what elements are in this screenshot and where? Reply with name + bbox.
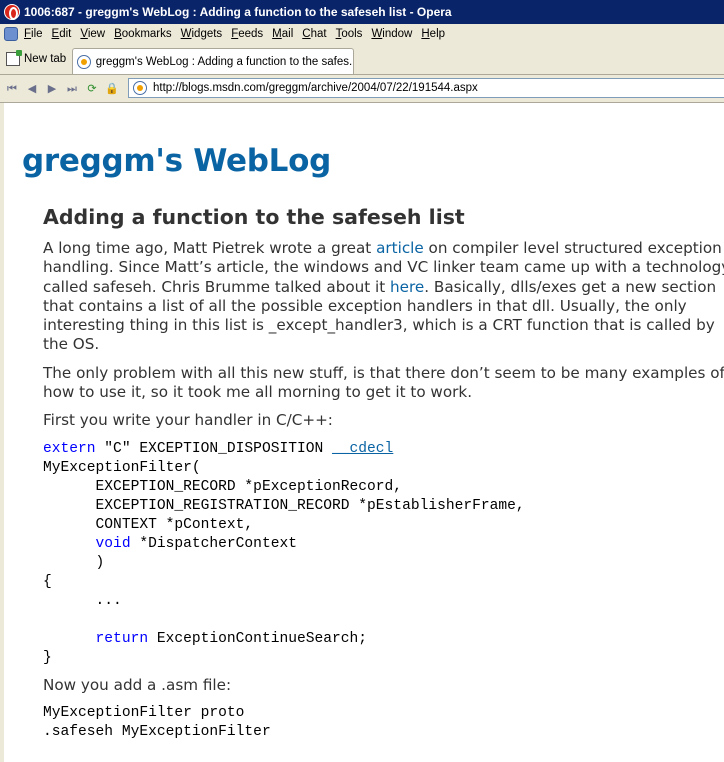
menu-bookmarks[interactable]: Bookmarks	[114, 28, 172, 40]
menu-view[interactable]: View	[80, 28, 105, 40]
menu-edit[interactable]: Edit	[52, 28, 72, 40]
code-line: CONTEXT *pContext,	[43, 516, 254, 533]
favicon-icon	[77, 54, 91, 69]
fast-forward-icon[interactable]: ⏭	[64, 81, 80, 97]
code-line: ...	[43, 592, 122, 609]
menu-help[interactable]: Help	[421, 28, 445, 40]
paragraph-handler-intro: First you write your handler in C/C++:	[43, 411, 333, 430]
keyword: return	[95, 630, 149, 647]
new-tab-label: New tab	[24, 53, 67, 65]
menu-chat[interactable]: Chat	[302, 28, 326, 40]
code-text: *DispatcherContext	[130, 535, 297, 552]
here-link[interactable]: here	[390, 278, 424, 296]
paragraph-intro: A long time ago, Matt Pietrek wrote a gr…	[43, 239, 724, 355]
keyword: extern	[43, 440, 96, 457]
menu-mail[interactable]: Mail	[272, 28, 293, 40]
tab-active[interactable]: greggm's WebLog : Adding a function to t…	[72, 48, 354, 74]
blog-post: Adding a function to the safeseh list A …	[43, 205, 724, 750]
menu-file[interactable]: File	[24, 28, 43, 40]
address-favicon-icon	[133, 81, 147, 95]
post-title: Adding a function to the safeseh list	[43, 205, 465, 229]
title-bar: 1006:687 - greggm's WebLog : Adding a fu…	[0, 0, 724, 24]
menu-tools[interactable]: Tools	[336, 28, 363, 40]
code-block-c: extern "C" EXCEPTION_DISPOSITION __cdecl…	[43, 440, 724, 668]
menu-feeds[interactable]: Feeds	[231, 28, 263, 40]
keyword: void	[95, 535, 131, 552]
blog-title[interactable]: greggm's WebLog	[22, 143, 331, 179]
address-field[interactable]: http://blogs.msdn.com/greggm/archive/200…	[128, 78, 724, 98]
new-tab-button[interactable]: New tab	[6, 48, 66, 70]
tab-label: greggm's WebLog : Adding a function to t…	[95, 55, 353, 68]
forward-icon[interactable]: ▶	[44, 81, 60, 97]
address-url: http://blogs.msdn.com/greggm/archive/200…	[153, 82, 478, 94]
menu-window[interactable]: Window	[371, 28, 412, 40]
back-icon[interactable]: ◀	[24, 81, 40, 97]
text-segment: A long time ago, Matt Pietrek wrote a gr…	[43, 239, 377, 257]
opera-logo-icon[interactable]	[4, 4, 20, 20]
code-line: )	[43, 554, 105, 571]
paragraph-asm-intro: Now you add a .asm file:	[43, 675, 232, 694]
paragraph-problem: The only problem with all this new stuff…	[43, 363, 724, 402]
code-block-asm: MyExceptionFilter proto .safeseh MyExcep…	[43, 704, 724, 742]
code-line: EXCEPTION_RECORD *pExceptionRecord,	[43, 478, 403, 495]
code-line: MyExceptionFilter proto	[43, 704, 245, 721]
reload-icon[interactable]: ⟳	[84, 81, 100, 97]
new-tab-icon	[6, 50, 22, 66]
code-text: "C" EXCEPTION_DISPOSITION	[95, 440, 333, 457]
code-text: ExceptionContinueSearch;	[148, 630, 368, 647]
code-line: {	[43, 573, 52, 590]
code-line: .safeseh MyExceptionFilter	[43, 723, 271, 740]
tab-bar: New tab greggm's WebLog : Adding a funct…	[0, 44, 724, 75]
page-viewport[interactable]: greggm's WebLog Adding a function to the…	[0, 103, 724, 762]
menu-bar: File Edit View Bookmarks Widgets Feeds M…	[0, 24, 724, 44]
rewind-icon[interactable]: ⏮	[4, 81, 20, 97]
article-link[interactable]: article	[376, 239, 424, 257]
navigation-bar: ⏮ ◀ ▶ ⏭ ⟳ 🔒 http://blogs.msdn.com/greggm…	[0, 75, 724, 103]
lock-icon[interactable]: 🔒	[104, 81, 120, 97]
code-line: MyExceptionFilter(	[43, 459, 201, 476]
page-menu-icon[interactable]	[4, 27, 18, 41]
window-title: 1006:687 - greggm's WebLog : Adding a fu…	[24, 5, 452, 19]
code-line: EXCEPTION_REGISTRATION_RECORD *pEstablis…	[43, 497, 525, 514]
menu-widgets[interactable]: Widgets	[181, 28, 223, 40]
code-line: }	[43, 649, 52, 666]
cdecl-link[interactable]: __cdecl	[332, 441, 393, 457]
